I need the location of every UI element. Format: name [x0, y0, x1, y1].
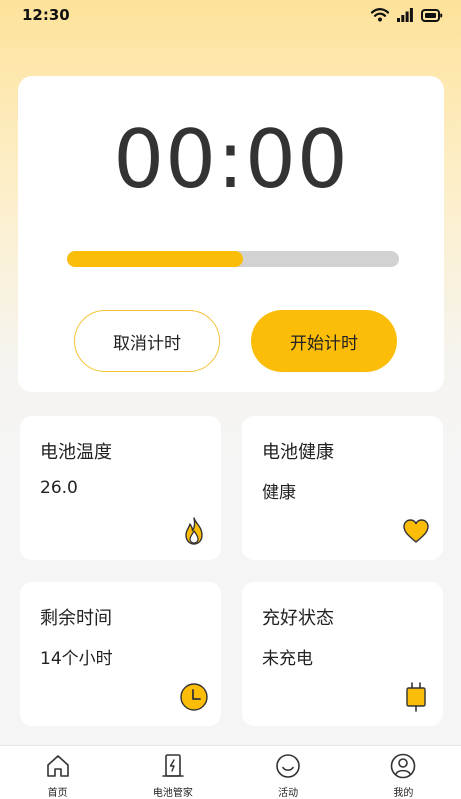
- card-value: 健康: [262, 483, 296, 503]
- battery-health-card[interactable]: 电池健康 健康: [242, 416, 443, 560]
- tab-battery-manager[interactable]: 电池管家: [128, 746, 218, 799]
- timer-display: 00:00: [113, 113, 349, 206]
- signal-icon: [397, 8, 413, 22]
- plug-icon: [406, 682, 426, 712]
- status-icons: [371, 8, 443, 22]
- status-time: 12:30: [22, 6, 70, 24]
- status-bar: 12:30: [0, 0, 461, 30]
- card-title: 剩余时间: [40, 608, 112, 629]
- charging-status-card[interactable]: 充好状态 未充电: [242, 582, 443, 726]
- tab-label: 电池管家: [152, 788, 193, 799]
- bottom-tab-bar: 首页 电池管家 活动 我的: [0, 745, 461, 799]
- home-icon: [46, 755, 69, 777]
- card-value: 未充电: [262, 649, 313, 669]
- card-title: 电池温度: [40, 442, 112, 463]
- card-value: 14个小时: [40, 649, 113, 669]
- battery-manager-icon: [162, 754, 184, 777]
- tab-label: 我的: [393, 788, 414, 799]
- clock-icon: [180, 683, 208, 711]
- battery-temperature-card[interactable]: 电池温度 26.0: [20, 416, 221, 560]
- heart-icon: [403, 519, 429, 543]
- tab-profile[interactable]: 我的: [358, 746, 448, 799]
- tab-activity[interactable]: 活动: [243, 746, 333, 799]
- profile-icon: [391, 753, 416, 779]
- fire-icon: [185, 517, 203, 545]
- card-title: 充好状态: [262, 608, 334, 629]
- wifi-icon: [371, 8, 389, 22]
- card-title: 电池健康: [262, 442, 334, 463]
- start-timer-button[interactable]: 开始计时: [251, 310, 397, 372]
- timer-progress-bar: [67, 251, 399, 267]
- remaining-time-card[interactable]: 剩余时间 14个小时: [20, 582, 221, 726]
- tab-home[interactable]: 首页: [13, 746, 103, 799]
- tab-label: 活动: [278, 788, 299, 799]
- battery-icon: [421, 8, 443, 22]
- card-value: 26.0: [40, 478, 78, 498]
- timer-progress-fill: [67, 251, 243, 267]
- timer-card: 00:00 取消计时 开始计时: [18, 76, 444, 392]
- cancel-timer-button[interactable]: 取消计时: [74, 310, 220, 372]
- smile-icon: [276, 754, 300, 778]
- tab-label: 首页: [47, 788, 68, 799]
